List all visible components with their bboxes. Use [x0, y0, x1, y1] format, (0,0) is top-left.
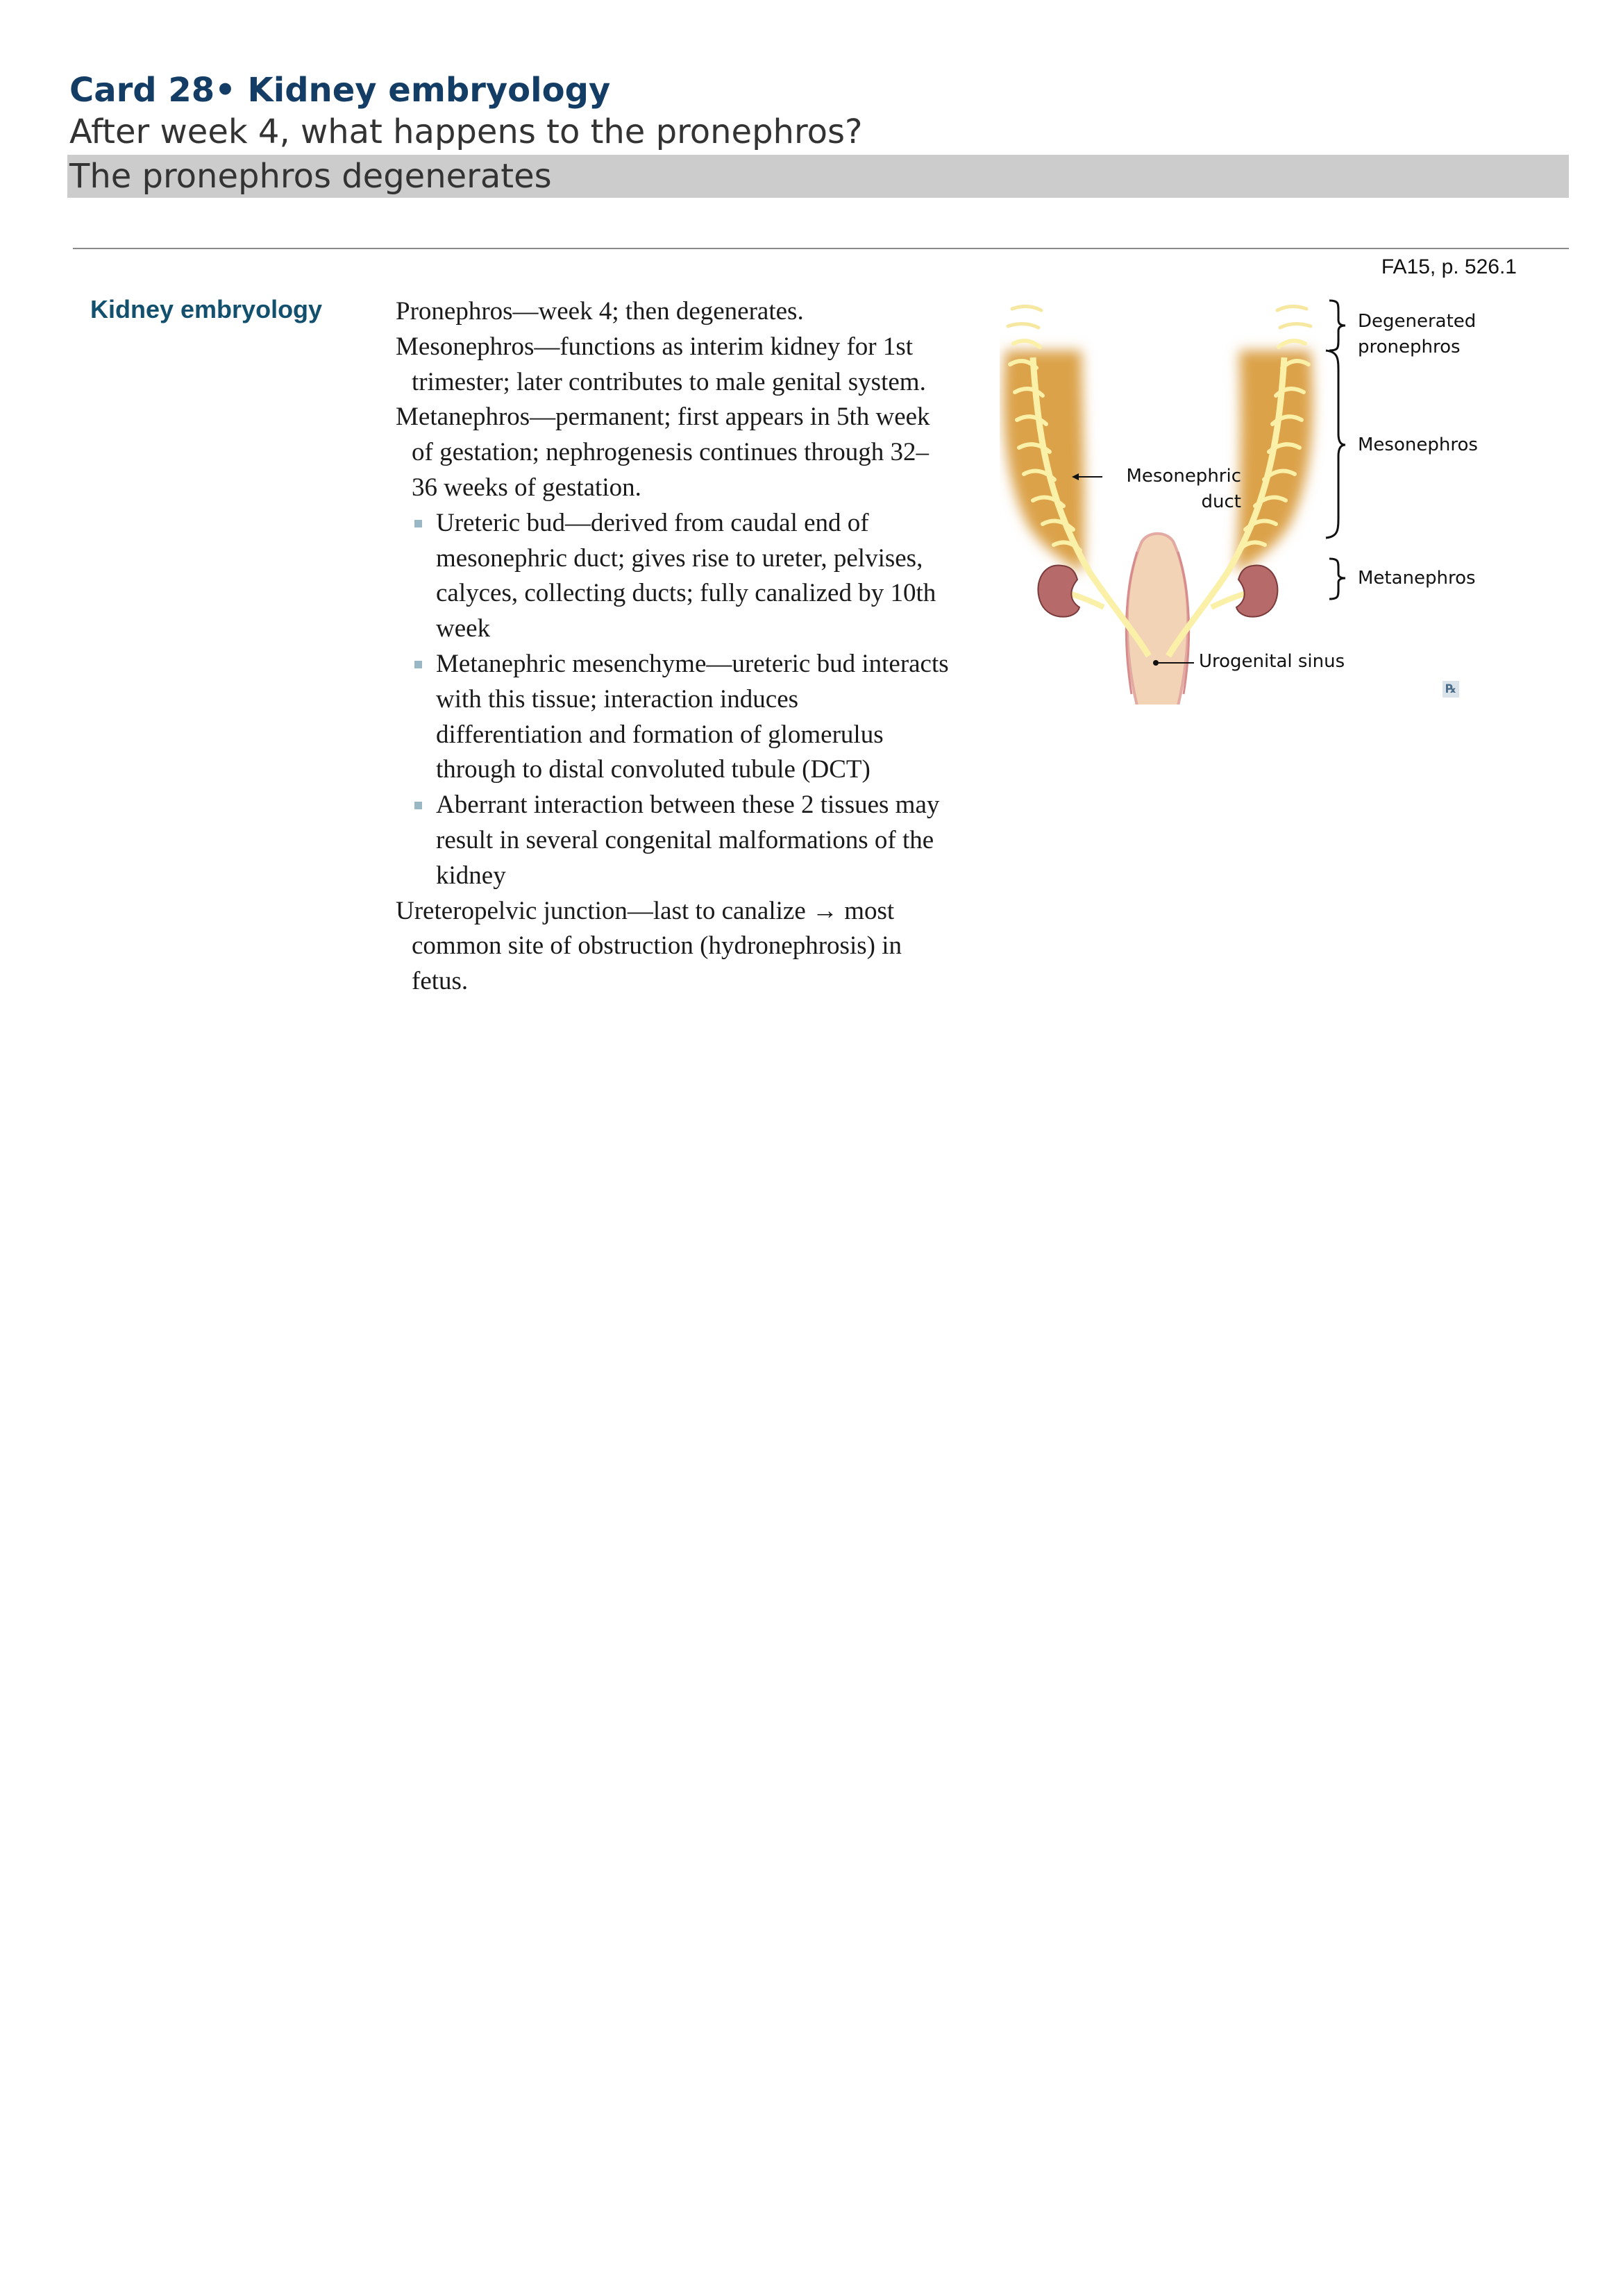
metanephros-left	[1037, 564, 1081, 618]
section-body: Pronephros—week 4; then degenerates. Mes…	[396, 294, 951, 999]
bullet-text: Ureteric bud—derived from caudal end of …	[436, 508, 936, 643]
section-heading: Kidney embryology	[90, 295, 323, 323]
bullet-ureteric-bud: Ureteric bud—derived from caudal end of …	[396, 506, 951, 647]
divider	[73, 248, 1569, 249]
urogenital-sinus	[1125, 532, 1190, 713]
paragraph-pronephros: Pronephros—week 4; then degenerates.	[396, 297, 804, 326]
label-mesonephros: Mesonephros	[1358, 434, 1478, 455]
label-degenerated: Degenerated	[1358, 311, 1477, 332]
card-title: Card 28• Kidney embryology	[69, 71, 611, 110]
brace-mesonephros	[1325, 349, 1346, 539]
label-pronephros: pronephros	[1358, 337, 1461, 357]
paragraph-ureteropelvic-junction: Ureteropelvic junction—last to canalize …	[396, 896, 902, 996]
bullet-text: Metanephric mesenchyme—ureteric bud inte…	[436, 649, 949, 784]
label-duct: duct	[1201, 491, 1241, 512]
card-question: After week 4, what happens to the pronep…	[69, 112, 863, 151]
brace-degenerated-pronephros	[1329, 299, 1346, 352]
paragraph-metanephros: Metanephros—permanent; first appears in …	[396, 403, 930, 502]
label-mesonephric: Mesonephric	[1126, 466, 1241, 487]
bullet-list: Ureteric bud—derived from caudal end of …	[396, 506, 951, 894]
bullet-aberrant-interaction: Aberrant interaction between these 2 tis…	[396, 788, 951, 893]
rx-icon: ℞	[1443, 681, 1459, 698]
kidney-embryology-figure: Degenerated pronephros Mesonephros Metan…	[1000, 295, 1499, 713]
bullet-marker	[414, 519, 422, 527]
metanephros-right	[1235, 564, 1279, 618]
label-urogenital-sinus: Urogenital sinus	[1199, 651, 1345, 672]
paragraph-mesonephros: Mesonephros—functions as interim kidney …	[396, 332, 926, 396]
bullet-text: Aberrant interaction between these 2 tis…	[436, 791, 940, 890]
brace-metanephros	[1329, 557, 1346, 600]
bullet-marker	[414, 660, 422, 668]
source-reference: FA15, p. 526.1	[1381, 255, 1517, 278]
bullet-marker	[414, 802, 422, 810]
bullet-metanephric-mesenchyme: Metanephric mesenchyme—ureteric bud inte…	[396, 647, 951, 788]
card-answer: The pronephros degenerates	[69, 157, 552, 196]
label-metanephros: Metanephros	[1358, 568, 1476, 589]
